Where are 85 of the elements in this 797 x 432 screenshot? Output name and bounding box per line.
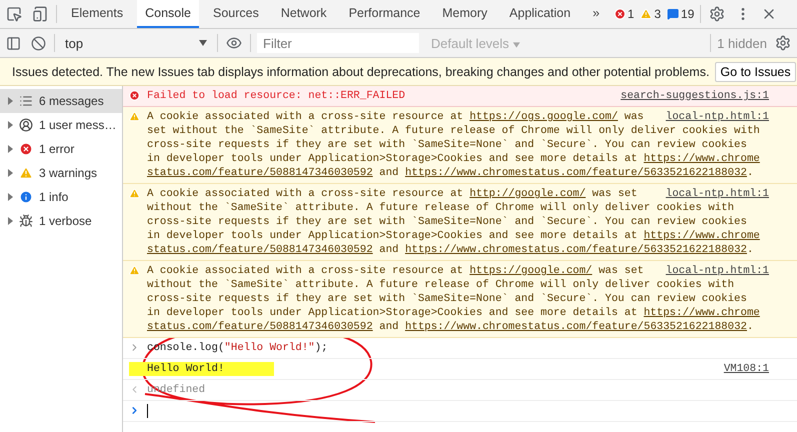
message-link[interactable]: https://google.com/ xyxy=(470,265,592,277)
message-line: cross-site requests if they are set with `SameSite=None` and `Secure`. You can review cookies xyxy=(147,138,747,152)
sidebar-item[interactable]: 1 info xyxy=(0,185,122,209)
sidebar-item-label: 6 messages xyxy=(39,94,104,108)
message-icon xyxy=(666,8,679,20)
clear-console-icon[interactable] xyxy=(29,34,48,52)
sidebar-item-label: 3 warnings xyxy=(39,166,98,180)
warning-icon xyxy=(129,111,140,122)
sidebar-item[interactable]: 1 error xyxy=(0,137,122,161)
panel-tab[interactable]: Memory xyxy=(434,0,496,28)
sidebar-item-label: 1 verbose xyxy=(39,214,92,228)
message-line: in developer tools under Application>Storage>Cookies and see more details at https://www.chrome xyxy=(147,306,760,320)
message-line: A cookie associated with a cross-site resource at http://google.com/ was set xyxy=(147,187,638,201)
message-link[interactable]: status.com/feature/5088147346030592 xyxy=(147,244,373,256)
go-to-issues-button[interactable]: Go to Issues xyxy=(715,62,796,82)
panel-tab[interactable]: Network xyxy=(272,0,335,28)
sidebar-item[interactable]: 3 warnings xyxy=(0,161,122,185)
panel-tab[interactable]: Application xyxy=(501,0,579,28)
warning-icon xyxy=(640,8,652,20)
info-icon xyxy=(19,190,33,204)
message-line: in developer tools under Application>Storage>Cookies and see more details at https://www.chrome xyxy=(147,152,760,166)
sidebar-item[interactable]: 1 user mess… xyxy=(0,113,122,137)
error-icon xyxy=(19,142,33,156)
message-link[interactable]: https://www.chromestatus.com/feature/5633521622188032 xyxy=(405,321,747,333)
expand-arrow-icon xyxy=(8,217,13,225)
filter-field[interactable]: Filter xyxy=(257,33,419,53)
message-line: status.com/feature/5088147346030592 and https://www.chromestatus.com/feature/5633521622188032. xyxy=(147,243,754,257)
user-icon xyxy=(19,118,33,132)
message-line: A cookie associated with a cross-site resource at https://ogs.google.com/ was xyxy=(147,110,644,124)
message-line: status.com/feature/5088147346030592 and https://www.chromestatus.com/feature/5633521622188032. xyxy=(147,320,754,334)
panel-tab[interactable]: Console xyxy=(137,0,199,28)
message-line: without the `SameSite` attribute. A future release of Chrome will only deliver cookies with xyxy=(147,278,734,292)
source-link[interactable]: local-ntp.html:1 xyxy=(666,110,769,124)
warning-icon xyxy=(129,188,140,199)
console-prompt[interactable] xyxy=(123,401,797,422)
warning-icon xyxy=(129,265,140,276)
message-line: set without the `SameSite` attribute. A future release of Chrome will only deliver cookies with xyxy=(147,124,760,138)
message-line: in developer tools under Application>Storage>Cookies and see more details at https://www.chrome xyxy=(147,229,760,243)
issues-message: Issues detected. The new Issues tab displays information about deprecations, breaking changes and other potential problems. xyxy=(12,64,710,78)
sidebar-item[interactable]: 6 messages xyxy=(0,89,122,113)
message-link[interactable]: https://www.chromestatus.com/feature/5633521622188032 xyxy=(405,167,747,179)
sidebar-item[interactable]: 1 verbose xyxy=(0,209,122,233)
source-link[interactable]: local-ntp.html:1 xyxy=(666,264,769,278)
message-link[interactable]: status.com/feature/5088147346030592 xyxy=(147,321,373,333)
message-line: Failed to load resource: net::ERR_FAILED xyxy=(147,89,406,103)
list-icon xyxy=(19,94,33,108)
expand-arrow-icon xyxy=(8,145,13,153)
source-link[interactable]: search-suggestions.js:1 xyxy=(620,89,769,103)
message-line: status.com/feature/5088147346030592 and https://www.chromestatus.com/feature/5633521622188032. xyxy=(147,166,754,180)
sidebar-item-label: 1 info xyxy=(39,190,68,204)
message-link[interactable]: http://google.com/ xyxy=(470,188,586,200)
message-line: A cookie associated with a cross-site resource at https://google.com/ was set xyxy=(147,264,644,278)
more-tabs-button[interactable]: » xyxy=(584,0,608,28)
sidebar-item-label: 1 user mess… xyxy=(39,118,116,132)
error-icon xyxy=(129,90,140,101)
bug-icon xyxy=(19,214,33,228)
count-label: 19 xyxy=(680,7,694,21)
expand-arrow-icon xyxy=(8,169,13,177)
source-link[interactable]: local-ntp.html:1 xyxy=(666,187,769,201)
message-line: cross-site requests if they are set with `SameSite=None` and `Secure`. You can review cookies xyxy=(147,292,747,306)
hidden-count: 1 hidden xyxy=(717,36,767,50)
message-line: cross-site requests if they are set with `SameSite=None` and `Secure`. You can review cookies xyxy=(147,215,747,229)
count-label: 1 xyxy=(628,7,634,21)
message-link[interactable]: https://www.chrome xyxy=(644,307,760,319)
source-link[interactable]: VM108:1 xyxy=(724,362,769,376)
context-select[interactable]: top xyxy=(61,36,211,50)
dropdown-arrow-icon xyxy=(512,42,520,48)
text-cursor xyxy=(147,404,148,418)
dropdown-arrow-icon xyxy=(199,40,207,46)
expand-arrow-icon xyxy=(8,193,13,201)
warning-icon xyxy=(19,166,33,180)
message-link[interactable]: https://ogs.google.com/ xyxy=(470,111,618,123)
panel-tab[interactable]: Elements xyxy=(63,0,132,28)
expand-arrow-icon xyxy=(8,97,13,105)
message-line: without the `SameSite` attribute. A future release of Chrome will only deliver cookies with xyxy=(147,201,734,215)
message-link[interactable]: https://www.chrome xyxy=(644,230,760,242)
panel-tab[interactable]: Performance xyxy=(340,0,428,28)
count-label: 3 xyxy=(654,7,661,21)
panel-tab[interactable]: Sources xyxy=(204,0,267,28)
expand-arrow-icon xyxy=(8,121,13,129)
message-link[interactable]: status.com/feature/5088147346030592 xyxy=(147,167,373,179)
message-link[interactable]: https://www.chrome xyxy=(644,153,760,165)
message-link[interactable]: https://www.chromestatus.com/feature/5633521622188032 xyxy=(405,244,747,256)
sidebar-item-label: 1 error xyxy=(39,142,74,156)
error-icon xyxy=(614,8,626,20)
